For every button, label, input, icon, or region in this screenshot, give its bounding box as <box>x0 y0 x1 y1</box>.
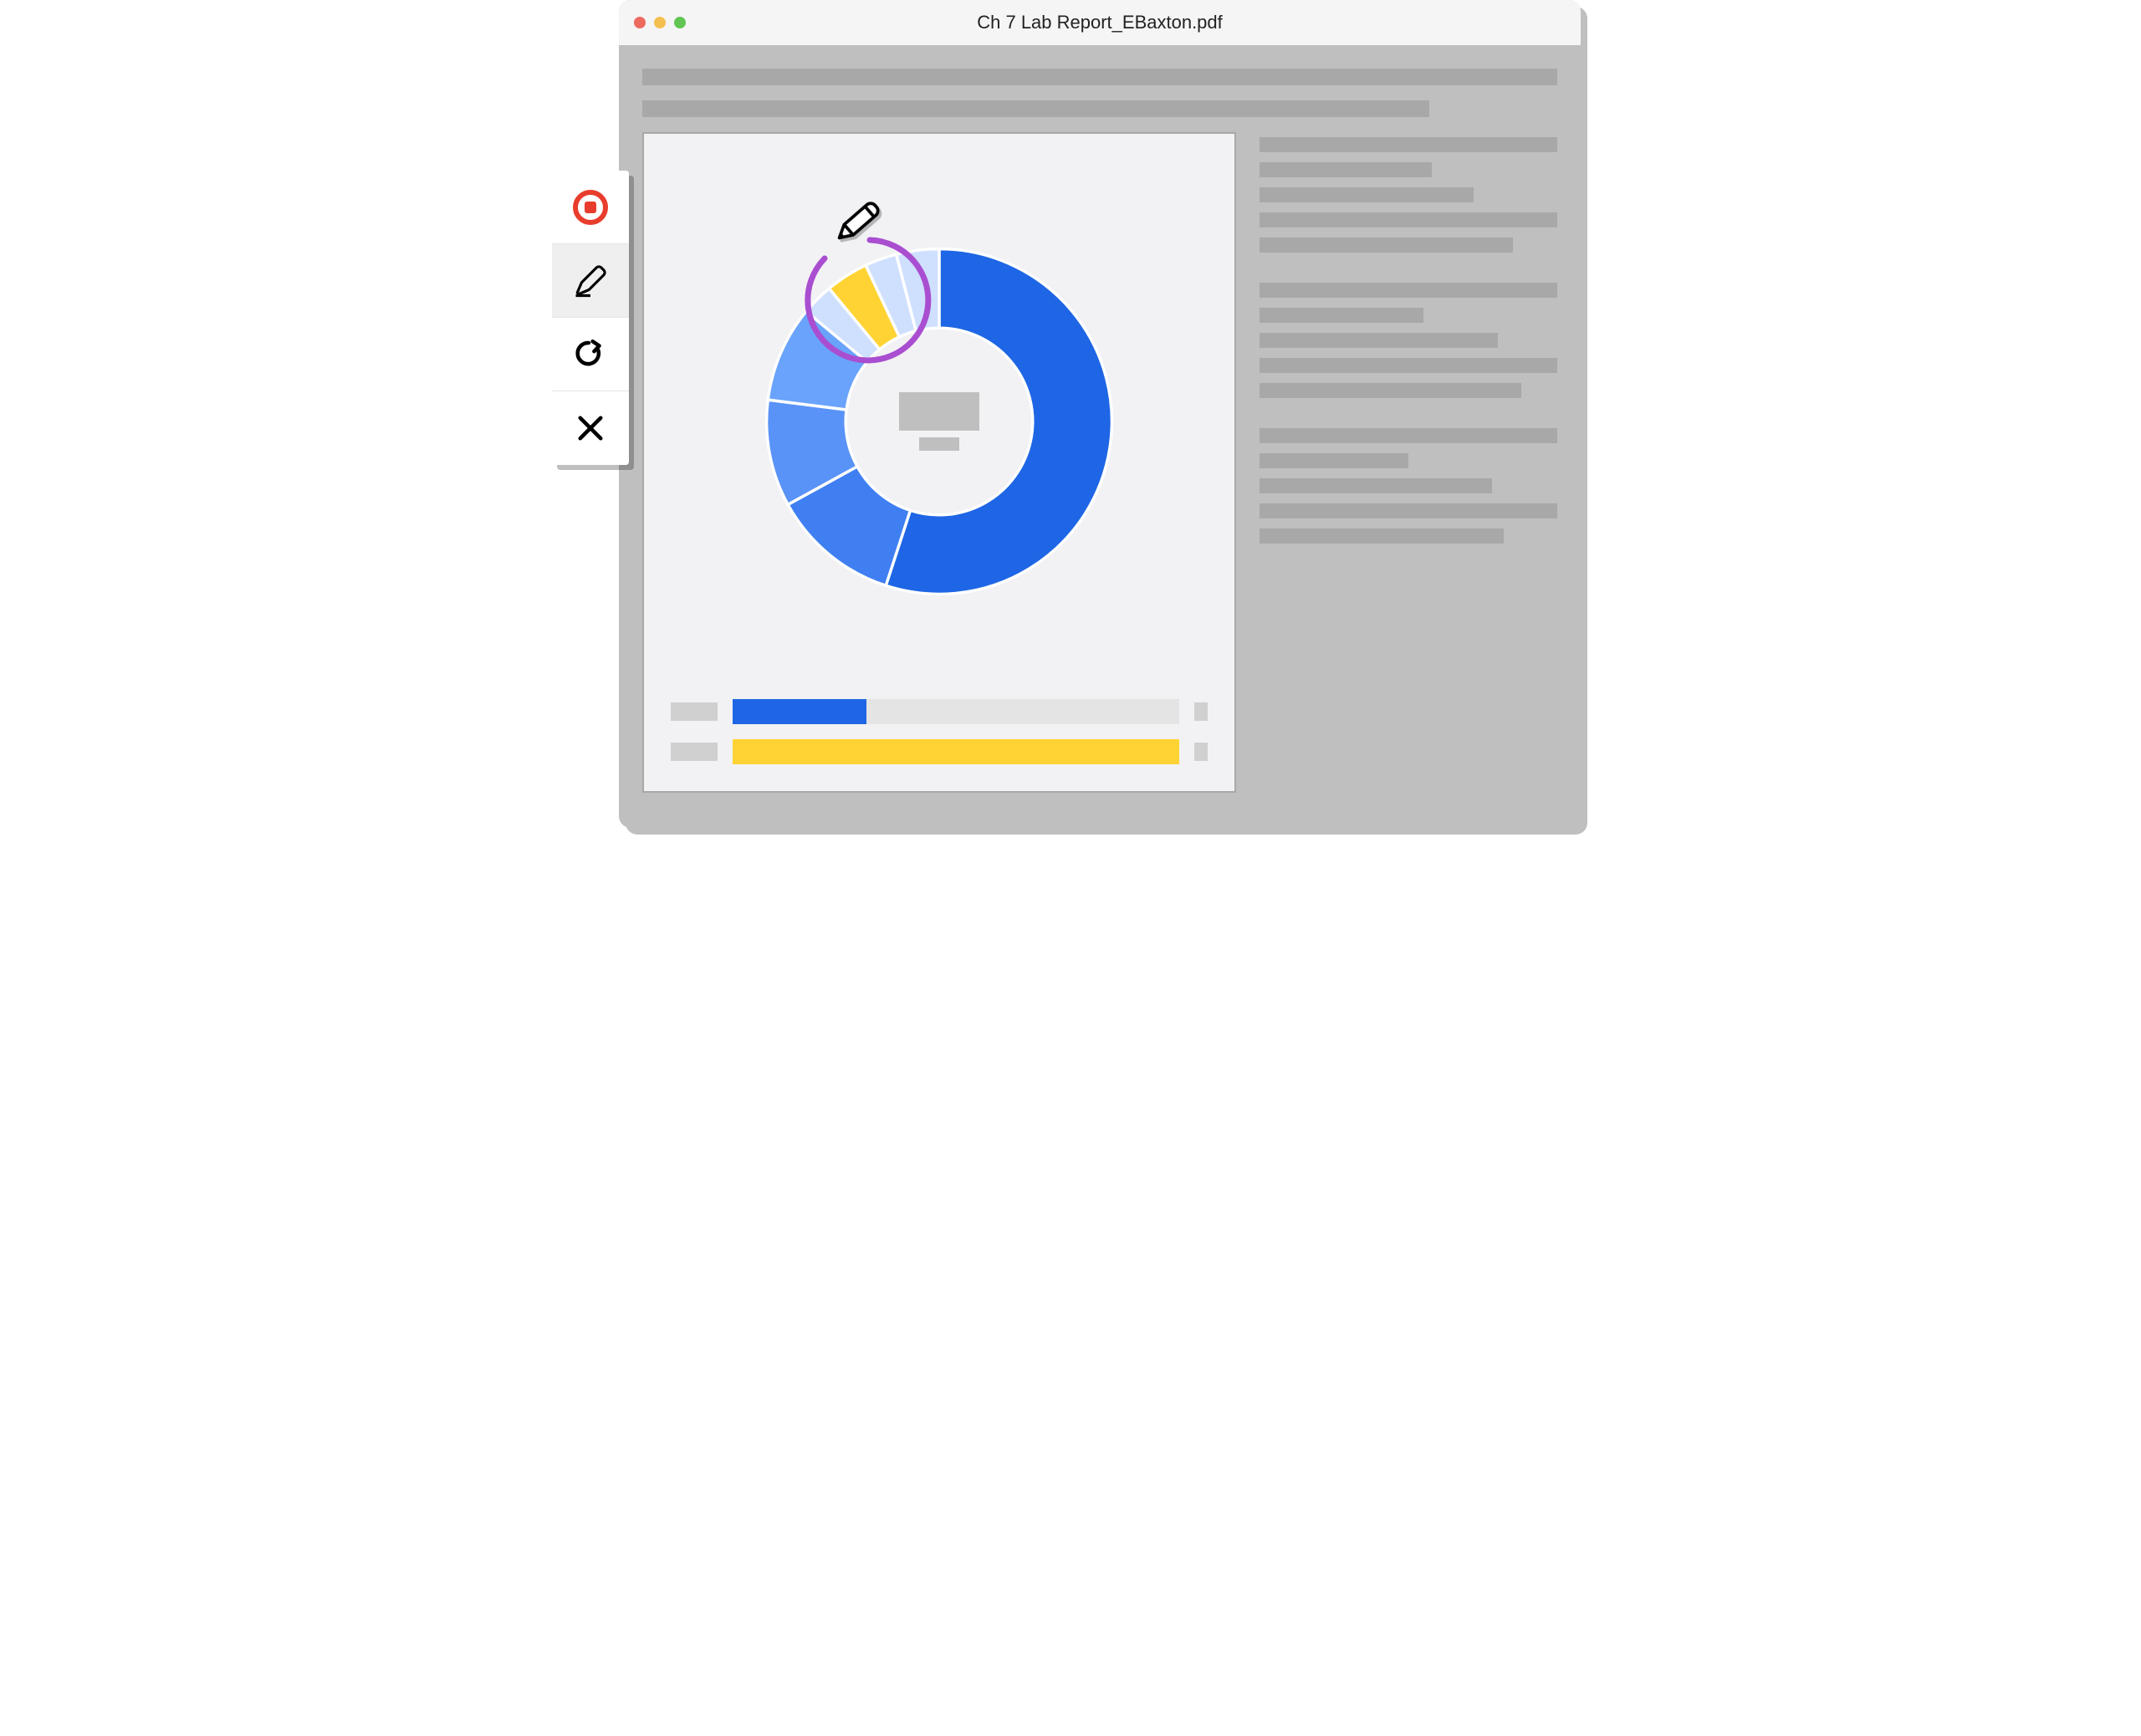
bar-row <box>671 699 1208 724</box>
draw-button[interactable] <box>552 244 629 318</box>
placeholder-line <box>1260 503 1557 518</box>
pencil-icon <box>573 263 608 299</box>
window-title: Ch 7 Lab Report_EBaxton.pdf <box>977 12 1223 33</box>
bar-fill <box>733 739 1179 764</box>
placeholder-line <box>1260 137 1557 152</box>
bar-label <box>671 702 718 721</box>
window-close-button[interactable] <box>634 17 646 28</box>
app-window: Ch 7 Lab Report_EBaxton.pdf <box>619 0 1581 828</box>
close-button[interactable] <box>552 391 629 465</box>
placeholder-line <box>1260 383 1521 398</box>
placeholder-line <box>1260 358 1557 373</box>
placeholder-line <box>1260 283 1557 298</box>
bar-track <box>733 699 1179 724</box>
placeholder-line <box>1260 237 1513 253</box>
document-page[interactable] <box>642 132 1236 793</box>
bar-fill <box>733 699 866 724</box>
close-icon <box>573 411 608 446</box>
placeholder-line <box>642 69 1557 85</box>
titlebar[interactable]: Ch 7 Lab Report_EBaxton.pdf <box>619 0 1581 45</box>
record-stop-icon <box>573 190 608 225</box>
bar-value <box>1194 702 1208 721</box>
placeholder-line <box>1260 162 1432 177</box>
placeholder-line <box>1260 453 1408 468</box>
bar-row <box>671 739 1208 764</box>
window-minimize-button[interactable] <box>654 17 666 28</box>
window-zoom-button[interactable] <box>674 17 686 28</box>
traffic-lights <box>634 17 686 28</box>
placeholder-line <box>1260 478 1492 493</box>
bar-label <box>671 743 718 761</box>
bar-group <box>662 699 1216 773</box>
placeholder-line <box>1260 212 1557 227</box>
redo-icon <box>573 337 608 372</box>
pencil-cursor-icon <box>833 197 883 247</box>
donut-center-label <box>899 392 979 451</box>
placeholder-line <box>1260 187 1474 202</box>
placeholder-line <box>1260 308 1423 323</box>
redo-button[interactable] <box>552 318 629 391</box>
recording-toolbar <box>552 171 629 465</box>
placeholder-line <box>1260 528 1504 544</box>
placeholder-line <box>642 100 1429 117</box>
placeholder-line <box>1260 428 1557 443</box>
window-content <box>619 45 1581 828</box>
placeholder-line <box>1260 333 1498 348</box>
record-stop-button[interactable] <box>552 171 629 244</box>
side-panel <box>1260 132 1557 793</box>
donut-chart <box>662 152 1216 691</box>
bar-track <box>733 739 1179 764</box>
bar-value <box>1194 743 1208 761</box>
